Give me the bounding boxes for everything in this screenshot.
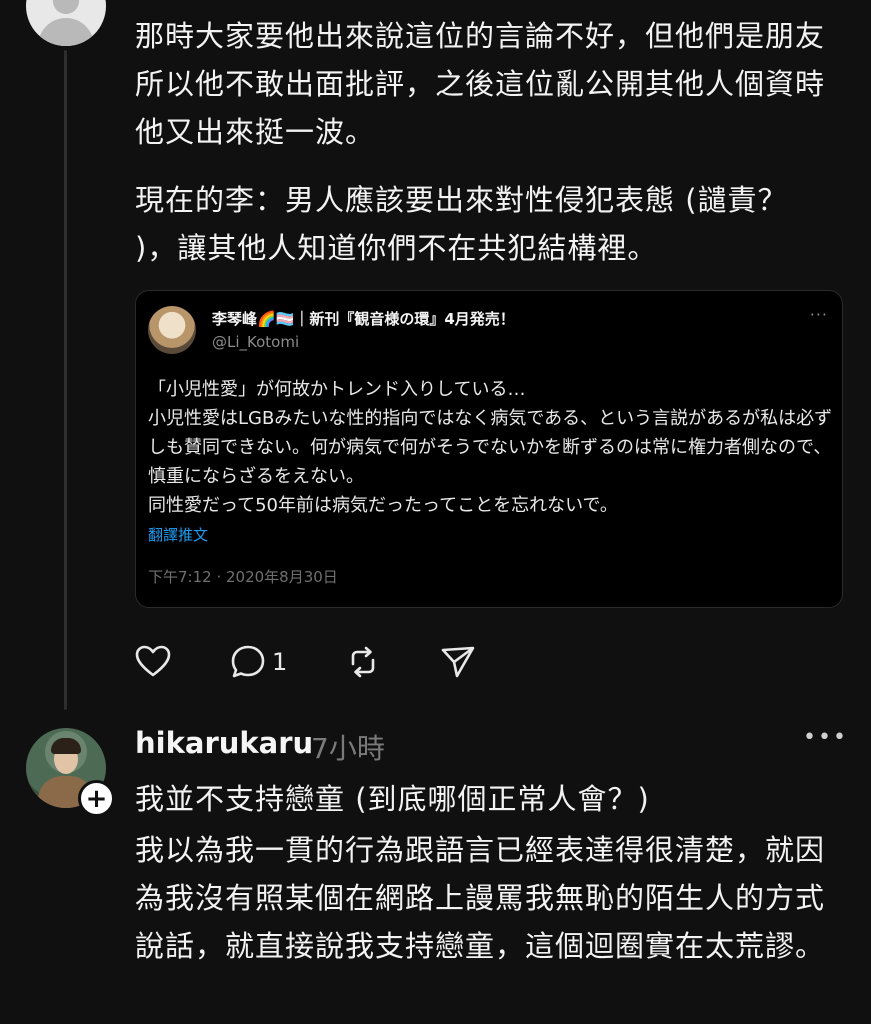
post-text-paragraph: 我並不支持戀童 (到底哪個正常人會？) [135,782,650,816]
avatar-body-shape [38,18,94,46]
translate-post-link[interactable]: 翻譯推文 [148,524,208,545]
share-button[interactable] [438,640,478,684]
more-options-icon[interactable]: ••• [803,725,848,750]
avatar-hair-shape [51,738,81,754]
repost-icon [351,646,375,678]
quoted-author-avatar[interactable] [148,306,196,354]
avatar-head-shape [53,0,79,14]
like-button[interactable] [133,640,173,684]
quoted-post-text: 「小児性愛」が何故かトレンド入りしている… 小児性愛はLGBみたいな性的指向では… [148,379,833,516]
follow-plus-button[interactable]: + [78,780,115,817]
post-text-paragraph: 那時大家要他出來說這位的言論不好，但他們是朋友所以他不敢出面批評，之後這位亂公開… [135,19,826,149]
avatar-default[interactable] [26,0,106,46]
post-timestamp: 7小時 [311,732,385,765]
quoted-post-timestamp: 下午7:12 · 2020年8月30日 [148,568,338,586]
reply-button[interactable]: 1 [228,640,287,684]
quoted-more-icon[interactable]: ··· [810,305,828,324]
heart-icon [135,645,171,677]
post-text-paragraph: 現在的李：男人應該要出來對性侵犯表態 (譴責？ )，讓其他人知道你們不在共犯結構… [135,183,798,265]
thread-view: 那時大家要他出來說這位的言論不好，但他們是朋友所以他不敢出面批評，之後這位亂公開… [0,0,871,1024]
repost-button[interactable] [343,640,383,684]
post-text-paragraph: 我以為我一貫的行為跟語言已經表達得很清楚，就因為我沒有照某個在網路上謾罵我無恥的… [135,833,826,963]
comment-icon [231,645,265,678]
send-icon [441,646,475,678]
quoted-author-handle: @Li_Kotomi [212,333,300,351]
reply-count: 1 [272,648,288,676]
post-action-bar: 1 [133,640,533,684]
quoted-author-name[interactable]: 李琴峰🌈🏳️‍⚧️｜新刊『観音様の環』4月発売！ [212,308,515,329]
thread-connector-line [64,50,67,710]
quoted-post-card[interactable]: 李琴峰🌈🏳️‍⚧️｜新刊『観音様の環』4月発売！ @Li_Kotomi ··· … [135,290,843,608]
username[interactable]: hikarukaru [135,726,313,760]
